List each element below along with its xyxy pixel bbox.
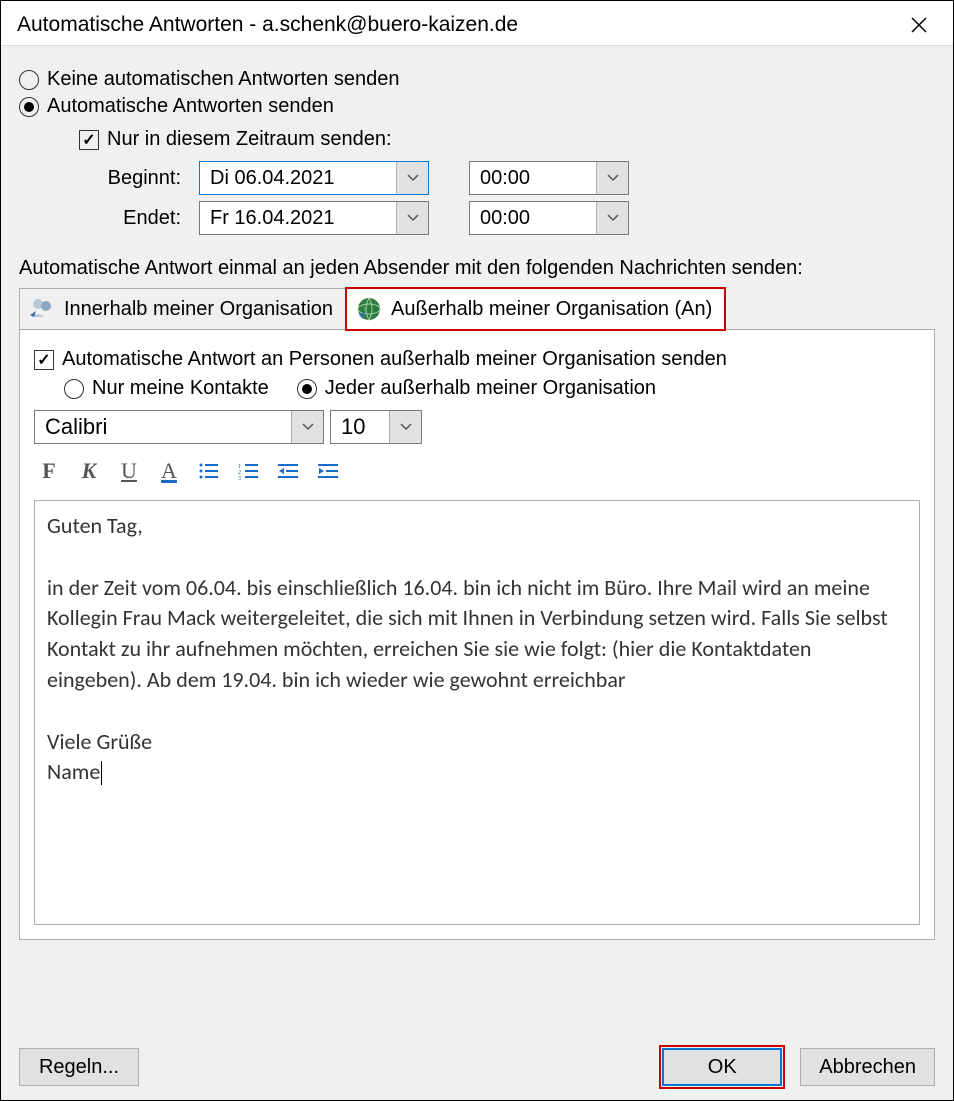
font-family-value: Calibri — [35, 414, 291, 440]
people-icon — [28, 295, 56, 323]
underline-button[interactable]: U — [114, 456, 144, 486]
section-label: Automatische Antwort einmal an jeden Abs… — [19, 257, 935, 280]
font-size-combo[interactable]: 10 — [330, 410, 422, 444]
indent-icon — [318, 462, 340, 480]
start-label: Beginnt: — [19, 167, 199, 190]
checkbox-icon — [79, 130, 99, 150]
message-text: Guten Tag, in der Zeit vom 06.04. bis ei… — [47, 512, 893, 785]
end-date-combo[interactable]: Fr 16.04.2021 — [199, 201, 429, 235]
tabs: Innerhalb meiner Organisation Außerhalb … — [19, 288, 935, 330]
radio-icon — [297, 379, 317, 399]
bullet-list-button[interactable] — [194, 456, 224, 486]
outdent-icon — [278, 462, 300, 480]
start-date-combo[interactable]: Di 06.04.2021 — [199, 161, 429, 195]
radio-only-contacts[interactable]: Nur meine Kontakte — [64, 377, 269, 400]
recipient-scope-radios: Nur meine Kontakte Jeder außerhalb meine… — [64, 377, 920, 400]
tab-inside-org[interactable]: Innerhalb meiner Organisation — [19, 288, 346, 330]
outdent-button[interactable] — [274, 456, 304, 486]
checkbox-time-range[interactable]: Nur in diesem Zeitraum senden: — [79, 128, 935, 151]
radio-label: Nur meine Kontakte — [92, 377, 269, 400]
chevron-down-icon — [396, 162, 428, 194]
close-icon — [910, 16, 928, 34]
rules-button[interactable]: Regeln... — [19, 1048, 139, 1086]
format-toolbar: F K U A 123 — [34, 454, 920, 488]
bold-button[interactable]: F — [34, 456, 64, 486]
number-list-button[interactable]: 123 — [234, 456, 264, 486]
radio-icon — [19, 70, 39, 90]
end-date-value: Fr 16.04.2021 — [200, 207, 396, 230]
end-time-value: 00:00 — [470, 207, 596, 230]
chevron-down-icon — [396, 202, 428, 234]
radio-no-autoreply[interactable]: Keine automatischen Antworten senden — [19, 68, 935, 91]
font-size-value: 10 — [331, 414, 389, 440]
radio-send-autoreply[interactable]: Automatische Antworten senden — [19, 95, 935, 118]
tab-outside-org[interactable]: Außerhalb meiner Organisation (An) — [346, 288, 725, 330]
radio-label: Automatische Antworten senden — [47, 95, 334, 118]
indent-button[interactable] — [314, 456, 344, 486]
start-time-combo[interactable]: 00:00 — [469, 161, 629, 195]
dialog-footer: Regeln... OK Abbrechen — [19, 1048, 935, 1086]
start-date-value: Di 06.04.2021 — [200, 167, 396, 190]
tab-label: Innerhalb meiner Organisation — [64, 298, 333, 321]
autoreply-dialog: Automatische Antworten - a.schenk@buero-… — [0, 0, 954, 1101]
tab-content-outside: Automatische Antwort an Personen außerha… — [19, 329, 935, 940]
checkbox-label: Nur in diesem Zeitraum senden: — [107, 128, 392, 151]
chevron-down-icon — [389, 411, 421, 443]
cancel-button[interactable]: Abbrechen — [800, 1048, 935, 1086]
radio-icon — [64, 379, 84, 399]
chevron-down-icon — [596, 162, 628, 194]
font-color-button[interactable]: A — [154, 456, 184, 486]
radio-everyone-external[interactable]: Jeder außerhalb meiner Organisation — [297, 377, 656, 400]
radio-label: Jeder außerhalb meiner Organisation — [325, 377, 656, 400]
titlebar: Automatische Antworten - a.schenk@buero-… — [1, 1, 953, 46]
font-family-combo[interactable]: Calibri — [34, 410, 324, 444]
text-cursor — [101, 761, 102, 785]
ok-button[interactable]: OK — [662, 1048, 782, 1086]
close-button[interactable] — [899, 9, 939, 41]
svg-text:3: 3 — [238, 476, 241, 480]
font-color-icon: A — [161, 458, 177, 484]
tab-label: Außerhalb meiner Organisation (An) — [391, 298, 712, 321]
radio-label: Keine automatischen Antworten senden — [47, 68, 399, 91]
chevron-down-icon — [291, 411, 323, 443]
italic-button[interactable]: K — [74, 456, 104, 486]
end-time-combo[interactable]: 00:00 — [469, 201, 629, 235]
number-list-icon: 123 — [238, 462, 260, 480]
radio-icon — [19, 97, 39, 117]
globe-icon — [355, 295, 383, 323]
checkbox-label: Automatische Antwort an Personen außerha… — [62, 348, 727, 371]
checkbox-send-external[interactable]: Automatische Antwort an Personen außerha… — [34, 348, 920, 371]
message-editor[interactable]: Guten Tag, in der Zeit vom 06.04. bis ei… — [34, 500, 920, 925]
row-end: Endet: Fr 16.04.2021 00:00 — [19, 201, 935, 235]
font-toolbar: Calibri 10 — [34, 410, 920, 444]
bullet-list-icon — [198, 462, 220, 480]
end-label: Endet: — [19, 207, 199, 230]
checkbox-icon — [34, 350, 54, 370]
start-time-value: 00:00 — [470, 167, 596, 190]
chevron-down-icon — [596, 202, 628, 234]
window-title: Automatische Antworten - a.schenk@buero-… — [17, 13, 518, 37]
row-start: Beginnt: Di 06.04.2021 00:00 — [19, 161, 935, 195]
